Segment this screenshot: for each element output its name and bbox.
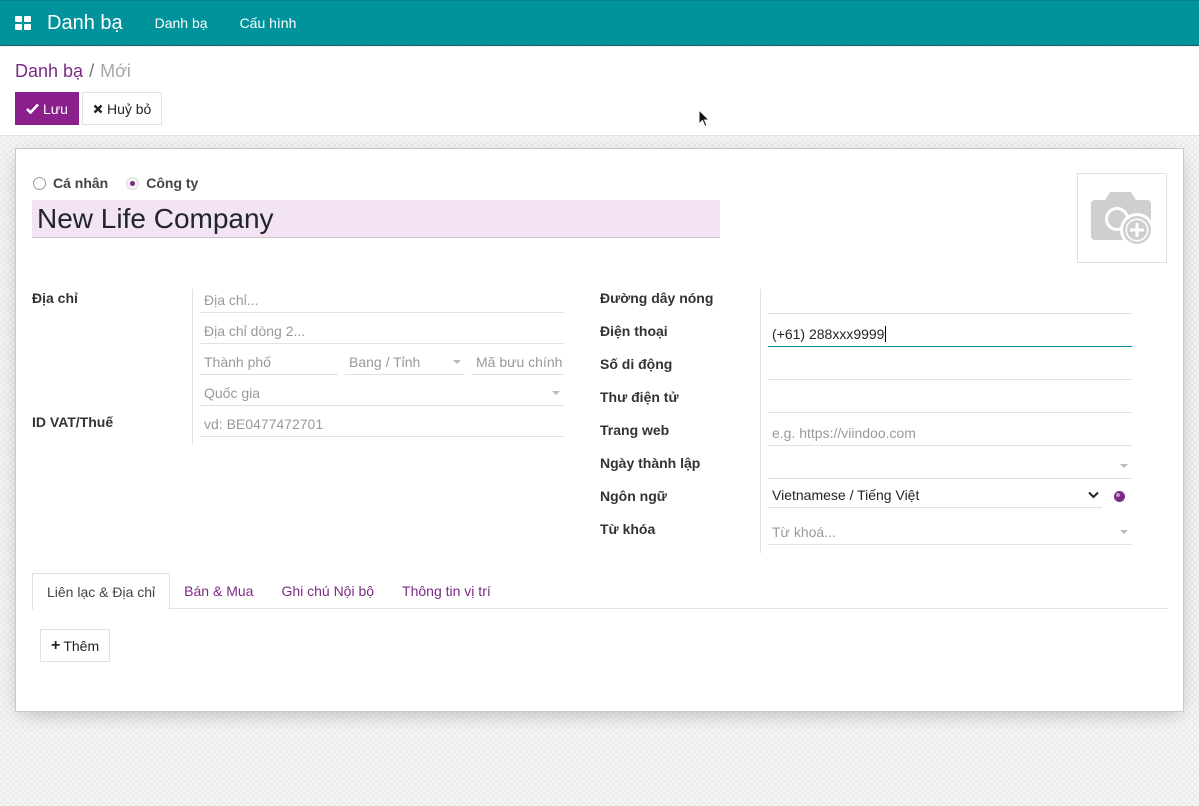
website-input[interactable]: e.g. https://viindoo.com <box>768 420 1132 446</box>
form-sheet: Cá nhân Công ty New Life Company Địa chỉ… <box>15 148 1184 712</box>
left-group-divider <box>192 289 193 445</box>
tags-input[interactable]: Từ khoá... <box>768 519 1132 545</box>
add-label: Thêm <box>63 637 100 654</box>
camera-add-icon <box>1091 192 1154 247</box>
breadcrumb-separator: / <box>89 61 95 81</box>
app-title[interactable]: Danh bạ <box>47 12 123 35</box>
radio-individual-label[interactable]: Cá nhân <box>53 175 108 191</box>
radio-company[interactable]: Công ty <box>126 175 198 191</box>
radio-company-label[interactable]: Công ty <box>146 175 198 191</box>
country-select[interactable]: Quốc gia <box>200 380 564 406</box>
radio-company-circle[interactable] <box>126 176 140 190</box>
top-navbar: Danh bạ Danh bạ Cấu hình <box>0 0 1199 46</box>
discard-button[interactable]: Huỷ bỏ <box>81 92 163 125</box>
mobile-label: Số di động <box>600 356 673 372</box>
tab-location-info[interactable]: Thông tin vị trí <box>388 573 505 609</box>
plus-icon: + <box>51 636 61 654</box>
vat-label: ID VAT/Thuế <box>32 414 114 430</box>
discard-label: Huỷ bỏ <box>106 100 152 117</box>
address-label: Địa chỉ <box>32 290 78 306</box>
breadcrumb-parent[interactable]: Danh bạ <box>15 61 83 81</box>
add-contact-button[interactable]: + Thêm <box>40 629 111 662</box>
founded-date-input[interactable] <box>768 453 1132 479</box>
close-icon <box>93 104 103 113</box>
tags-placeholder: Từ khoá... <box>772 523 836 540</box>
mouse-pointer-icon <box>698 109 710 128</box>
language-label: Ngôn ngữ <box>600 488 667 504</box>
radio-individual-circle[interactable] <box>33 176 46 190</box>
zip-input[interactable]: Mã bưu chính <box>472 349 564 375</box>
company-type-radio-group: Cá nhân Công ty <box>33 175 198 191</box>
hotline-input[interactable] <box>768 288 1132 314</box>
website-label: Trang web <box>600 422 670 438</box>
hotline-label: Đường dây nóng <box>600 290 714 306</box>
tab-sales-purchase[interactable]: Bán & Mua <box>170 573 267 609</box>
check-icon <box>26 103 39 114</box>
language-value: Vietnamese / Tiếng Việt <box>772 486 920 503</box>
breadcrumb: Danh bạ / Mới <box>15 61 131 82</box>
street2-input[interactable]: Địa chỉ dòng 2... <box>200 318 564 344</box>
notebook-tabs: Liên lạc & Địa chỉ Bán & Mua Ghi chú Nội… <box>32 573 1168 610</box>
email-label: Thư điện tử <box>600 389 679 405</box>
tags-dropdown-caret-icon[interactable] <box>1120 530 1128 534</box>
state-placeholder: Bang / Tỉnh <box>349 353 421 370</box>
radio-individual[interactable]: Cá nhân <box>33 175 108 191</box>
save-button[interactable]: Lưu <box>15 92 79 125</box>
founded-date-caret-icon[interactable] <box>1120 464 1128 468</box>
state-select[interactable]: Bang / Tỉnh <box>345 349 465 375</box>
tab-contacts-addresses[interactable]: Liên lạc & Địa chỉ <box>32 573 171 610</box>
text-cursor <box>885 325 887 342</box>
breadcrumb-current: Mới <box>100 61 131 81</box>
globe-icon[interactable] <box>1114 491 1125 502</box>
street-input[interactable]: Địa chỉ... <box>200 287 564 313</box>
chevron-down-icon[interactable] <box>1088 491 1099 499</box>
control-panel: Danh bạ / Mới Lưu Huỷ bỏ <box>0 47 1199 136</box>
vat-input[interactable]: vd: BE0477472701 <box>200 411 564 437</box>
language-select[interactable]: Vietnamese / Tiếng Việt <box>768 482 1102 508</box>
email-input[interactable] <box>768 387 1132 413</box>
tags-label: Từ khóa <box>600 521 656 537</box>
mobile-input[interactable] <box>768 354 1132 380</box>
nav-menu-contacts[interactable]: Danh bạ <box>155 15 208 31</box>
phone-label: Điện thoại <box>600 323 668 339</box>
tab-internal-notes[interactable]: Ghi chú Nội bộ <box>267 573 388 609</box>
avatar-upload[interactable] <box>1077 173 1167 263</box>
right-group-divider <box>760 289 761 553</box>
apps-menu-icon[interactable] <box>15 16 31 30</box>
name-input[interactable]: New Life Company <box>32 200 720 238</box>
country-dropdown-caret-icon[interactable] <box>552 391 560 395</box>
city-input[interactable]: Thành phố <box>200 349 338 375</box>
nav-menu-configuration[interactable]: Cấu hình <box>240 15 297 31</box>
state-dropdown-caret-icon[interactable] <box>453 360 461 364</box>
save-label: Lưu <box>43 100 68 117</box>
phone-input[interactable]: (+61) 288xxx9999 <box>768 321 1132 347</box>
founded-date-label: Ngày thành lập <box>600 455 701 471</box>
phone-value: (+61) 288xxx9999 <box>772 325 885 342</box>
country-placeholder: Quốc gia <box>204 384 261 401</box>
